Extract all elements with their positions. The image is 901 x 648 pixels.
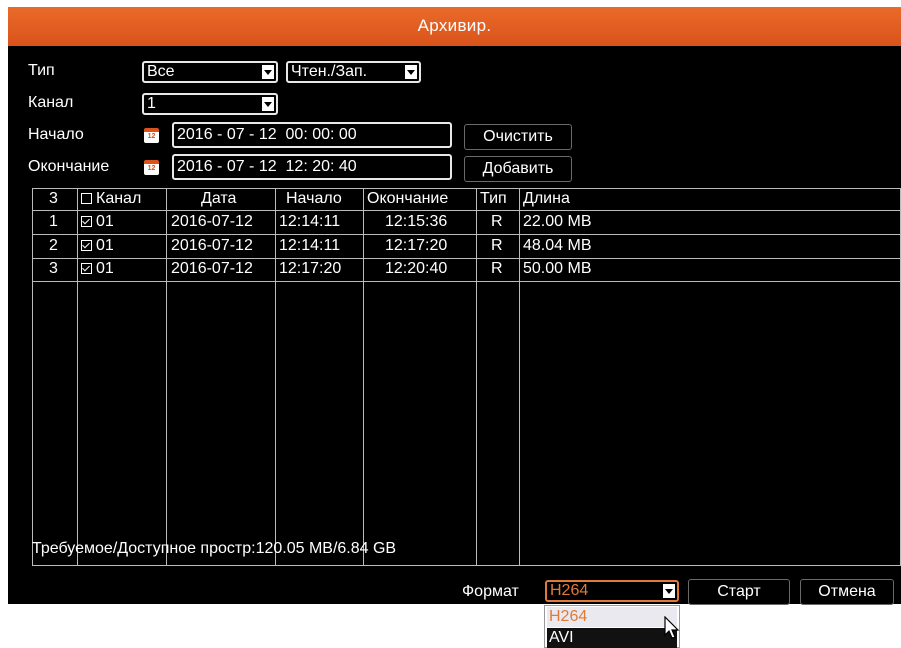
row-date: 2016-07-12 <box>171 237 253 254</box>
start-label: Начало <box>28 126 84 143</box>
clear-button[interactable]: Очистить <box>464 124 572 150</box>
channel-select-value: 1 <box>147 95 156 112</box>
row-length: 48.04 MB <box>523 237 592 254</box>
format-select-value: H264 <box>550 582 589 599</box>
header-type: Тип <box>480 190 507 207</box>
row-type: R <box>491 213 503 230</box>
start-datetime-value: 2016 - 07 - 12 00: 00: 00 <box>177 126 357 143</box>
channel-select[interactable]: 1 <box>142 93 278 115</box>
header-date: Дата <box>201 190 237 207</box>
row-channel[interactable]: 01 <box>81 260 114 278</box>
row-number: 1 <box>49 213 58 230</box>
calendar-icon[interactable]: 12 <box>144 160 159 175</box>
row-number: 3 <box>49 260 58 277</box>
format-label: Формат <box>462 583 519 600</box>
header-count: 3 <box>49 190 58 207</box>
format-option-h264[interactable]: H264 <box>547 607 677 627</box>
chevron-down-icon <box>663 584 675 598</box>
row-start: 12:14:11 <box>279 237 341 254</box>
row-checkbox[interactable] <box>81 263 92 274</box>
file-table: 3 Канал Дата Начало Окончание Тип Длина … <box>32 188 901 566</box>
mode-select[interactable]: Чтен./Зап. <box>286 61 421 83</box>
chevron-down-icon <box>405 65 417 79</box>
format-select[interactable]: H264 <box>545 580 679 602</box>
end-datetime-value: 2016 - 07 - 12 12: 20: 40 <box>177 158 357 175</box>
header-length: Длина <box>523 190 570 207</box>
row-channel[interactable]: 01 <box>81 213 114 231</box>
row-channel-value: 01 <box>96 237 114 254</box>
add-button[interactable]: Добавить <box>464 156 572 182</box>
row-number: 2 <box>49 237 58 254</box>
chevron-down-icon <box>262 65 274 79</box>
row-date: 2016-07-12 <box>171 260 253 277</box>
calendar-icon[interactable]: 12 <box>144 128 159 143</box>
header-start: Начало <box>286 190 342 207</box>
row-channel-value: 01 <box>96 260 114 277</box>
start-datetime-input[interactable]: 2016 - 07 - 12 00: 00: 00 <box>172 122 452 148</box>
type-select-value: Все <box>147 63 175 80</box>
row-date: 2016-07-12 <box>171 213 253 230</box>
header-channel[interactable]: Канал <box>81 190 141 208</box>
row-start: 12:14:11 <box>279 213 341 230</box>
title-bar: Архивир. <box>8 7 901 46</box>
row-type: R <box>491 237 503 254</box>
row-start: 12:17:20 <box>279 260 342 277</box>
space-info: Требуемое/Доступное простр:120.05 MB/6.8… <box>32 540 397 557</box>
channel-label: Канал <box>28 94 74 111</box>
header-end: Окончание <box>367 190 449 207</box>
chevron-down-icon <box>262 97 274 111</box>
select-all-checkbox[interactable] <box>81 193 92 204</box>
type-label: Тип <box>28 62 55 79</box>
row-length: 50.00 MB <box>523 260 592 277</box>
type-select[interactable]: Все <box>142 61 278 83</box>
start-button[interactable]: Старт <box>688 579 790 605</box>
row-end: 12:15:36 <box>385 213 448 230</box>
row-end: 12:20:40 <box>385 260 448 277</box>
backup-panel: Тип Все Чтен./Зап. Канал 1 Начало 12 201… <box>8 46 901 605</box>
end-datetime-input[interactable]: 2016 - 07 - 12 12: 20: 40 <box>172 154 452 180</box>
row-type: R <box>491 260 503 277</box>
mode-select-value: Чтен./Зап. <box>291 63 368 80</box>
window-title: Архивир. <box>417 16 492 35</box>
mouse-cursor-icon <box>664 616 680 639</box>
row-channel[interactable]: 01 <box>81 237 114 255</box>
end-label: Окончание <box>28 158 110 175</box>
cancel-button[interactable]: Отмена <box>800 579 894 605</box>
row-length: 22.00 MB <box>523 213 592 230</box>
format-dropdown-list: H264 AVI <box>544 605 680 648</box>
row-checkbox[interactable] <box>81 216 92 227</box>
row-checkbox[interactable] <box>81 240 92 251</box>
row-end: 12:17:20 <box>385 237 448 254</box>
header-channel-label: Канал <box>96 190 142 207</box>
format-option-avi[interactable]: AVI <box>547 628 677 648</box>
row-channel-value: 01 <box>96 213 114 230</box>
